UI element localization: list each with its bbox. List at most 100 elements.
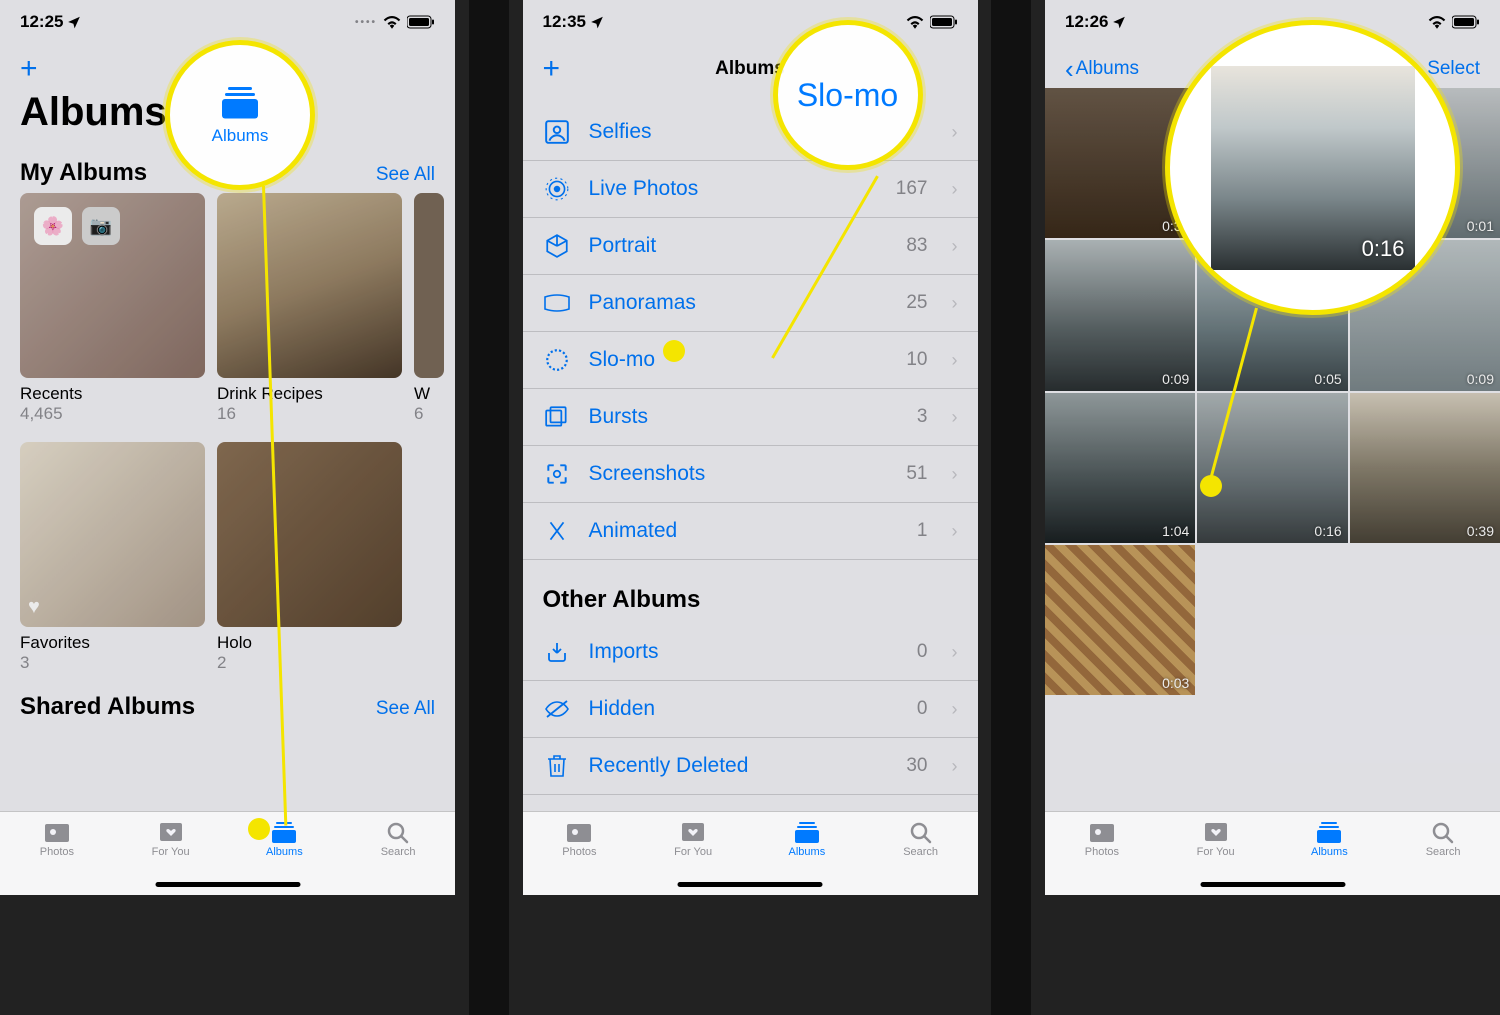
import-icon: [543, 638, 571, 666]
video-thumbnail[interactable]: 0:09: [1045, 240, 1195, 390]
albums-icon: [1315, 820, 1343, 844]
chevron-right-icon: ›: [952, 699, 958, 720]
album-favorites[interactable]: ♥ Favorites 3: [20, 442, 205, 673]
cube-icon: [543, 232, 571, 260]
home-indicator[interactable]: [678, 882, 823, 887]
chevron-right-icon: ›: [952, 236, 958, 257]
video-thumbnail[interactable]: 0:16: [1197, 393, 1347, 543]
video-thumbnail[interactable]: 0:05: [1197, 240, 1347, 390]
row-panoramas[interactable]: Panoramas 25 ›: [523, 275, 978, 332]
wifi-icon: [906, 15, 924, 29]
chevron-right-icon: ›: [952, 756, 958, 777]
tab-photos[interactable]: Photos: [0, 820, 114, 895]
select-button[interactable]: Select: [1427, 58, 1480, 80]
heart-square-icon: [157, 820, 185, 844]
photos-icon: [565, 820, 593, 844]
search-icon: [1429, 820, 1457, 844]
section-other-albums: Other Albums: [523, 560, 978, 624]
section-label: Shared Albums: [20, 693, 195, 721]
nav-title: Albums: [715, 58, 785, 80]
section-label: My Albums: [20, 159, 147, 187]
search-icon: [384, 820, 412, 844]
chevron-right-icon: ›: [952, 293, 958, 314]
chevron-right-icon: ›: [952, 521, 958, 542]
row-recently-deleted[interactable]: Recently Deleted 30 ›: [523, 738, 978, 795]
burst-icon: [543, 403, 571, 431]
row-selfies[interactable]: Selfies ›: [523, 104, 978, 161]
row-portrait[interactable]: Portrait 83 ›: [523, 218, 978, 275]
chevron-right-icon: ›: [952, 464, 958, 485]
video-thumbnail[interactable]: [1197, 88, 1347, 238]
status-time: 12:26: [1065, 12, 1108, 32]
location-icon: [590, 15, 604, 29]
nav-bar: +: [0, 44, 455, 86]
chevron-right-icon: ›: [952, 407, 958, 428]
screen-albums-home: 12:25 •••• + Albums My Albums See All 🌸 …: [0, 0, 455, 895]
tab-photos[interactable]: Photos: [523, 820, 637, 895]
nav-bar: ‹ Albums Select: [1045, 44, 1500, 86]
album-partial[interactable]: W 6: [414, 193, 444, 424]
video-thumbnail[interactable]: 1:04: [1045, 393, 1195, 543]
wifi-icon: [1428, 15, 1446, 29]
animated-icon: [543, 517, 571, 545]
see-all-link[interactable]: See All: [376, 164, 435, 186]
heart-square-icon: [1202, 820, 1230, 844]
row-animated[interactable]: Animated 1 ›: [523, 503, 978, 560]
row-screenshots[interactable]: Screenshots 51 ›: [523, 446, 978, 503]
pano-icon: [543, 289, 571, 317]
screen-albums-list: 12:35 + Albums Selfies › Live Photos 167…: [523, 0, 978, 895]
chevron-right-icon: ›: [952, 642, 958, 663]
album-drink-recipes[interactable]: Drink Recipes 16: [217, 193, 402, 424]
status-bar: 12:25 ••••: [0, 0, 455, 44]
video-thumbnail[interactable]: 0:37: [1045, 88, 1195, 238]
media-types-list: Selfies › Live Photos 167 › Portrait 83 …: [523, 104, 978, 560]
battery-icon: [1452, 15, 1480, 29]
chevron-right-icon: ›: [952, 350, 958, 371]
location-icon: [67, 15, 81, 29]
row-live-photos[interactable]: Live Photos 167 ›: [523, 161, 978, 218]
wifi-icon: [383, 15, 401, 29]
nav-bar: + Albums: [523, 44, 978, 86]
album-recents[interactable]: 🌸 📷 Recents 4,465: [20, 193, 205, 424]
camera-app-icon: 📷: [82, 207, 120, 245]
chevron-right-icon: ›: [952, 122, 958, 143]
back-button[interactable]: ‹ Albums: [1065, 54, 1139, 85]
add-button[interactable]: +: [543, 54, 561, 84]
video-thumbnail[interactable]: 0:09: [1350, 240, 1500, 390]
photos-app-icon: 🌸: [34, 207, 72, 245]
home-indicator[interactable]: [1200, 882, 1345, 887]
hidden-icon: [543, 695, 571, 723]
battery-icon: [407, 15, 435, 29]
tab-search[interactable]: Search: [864, 820, 978, 895]
trash-icon: [543, 752, 571, 780]
see-all-link[interactable]: See All: [376, 698, 435, 720]
status-time: 12:25: [20, 12, 63, 32]
heart-icon: ♥: [28, 596, 40, 619]
album-holo[interactable]: Holo 2: [217, 442, 402, 673]
video-thumbnail[interactable]: 0:01: [1350, 88, 1500, 238]
albums-icon: [793, 820, 821, 844]
slomo-icon: [543, 346, 571, 374]
album-row: ♥ Favorites 3 Holo 2: [0, 442, 455, 673]
page-title: Albums: [0, 86, 455, 145]
other-albums-list: Imports 0 › Hidden 0 › Recently Deleted …: [523, 624, 978, 795]
heart-square-icon: [679, 820, 707, 844]
status-bar: 12:26: [1045, 0, 1500, 44]
photos-icon: [1088, 820, 1116, 844]
row-slo-mo[interactable]: Slo-mo 10 ›: [523, 332, 978, 389]
row-bursts[interactable]: Bursts 3 ›: [523, 389, 978, 446]
person-square-icon: [543, 118, 571, 146]
photo-grid: 0:37 0:01 0:09 0:05 0:09 1:04 0:16 0:39 …: [1045, 86, 1500, 695]
tab-search[interactable]: Search: [1386, 820, 1500, 895]
row-hidden[interactable]: Hidden 0 ›: [523, 681, 978, 738]
status-bar: 12:35: [523, 0, 978, 44]
tab-photos[interactable]: Photos: [1045, 820, 1159, 895]
tab-search[interactable]: Search: [341, 820, 455, 895]
album-row: 🌸 📷 Recents 4,465 Drink Recipes 16 W 6: [0, 193, 455, 424]
search-icon: [907, 820, 935, 844]
video-thumbnail[interactable]: 0:39: [1350, 393, 1500, 543]
video-thumbnail[interactable]: 0:03: [1045, 545, 1195, 695]
add-button[interactable]: +: [20, 54, 38, 84]
home-indicator[interactable]: [155, 882, 300, 887]
row-imports[interactable]: Imports 0 ›: [523, 624, 978, 681]
